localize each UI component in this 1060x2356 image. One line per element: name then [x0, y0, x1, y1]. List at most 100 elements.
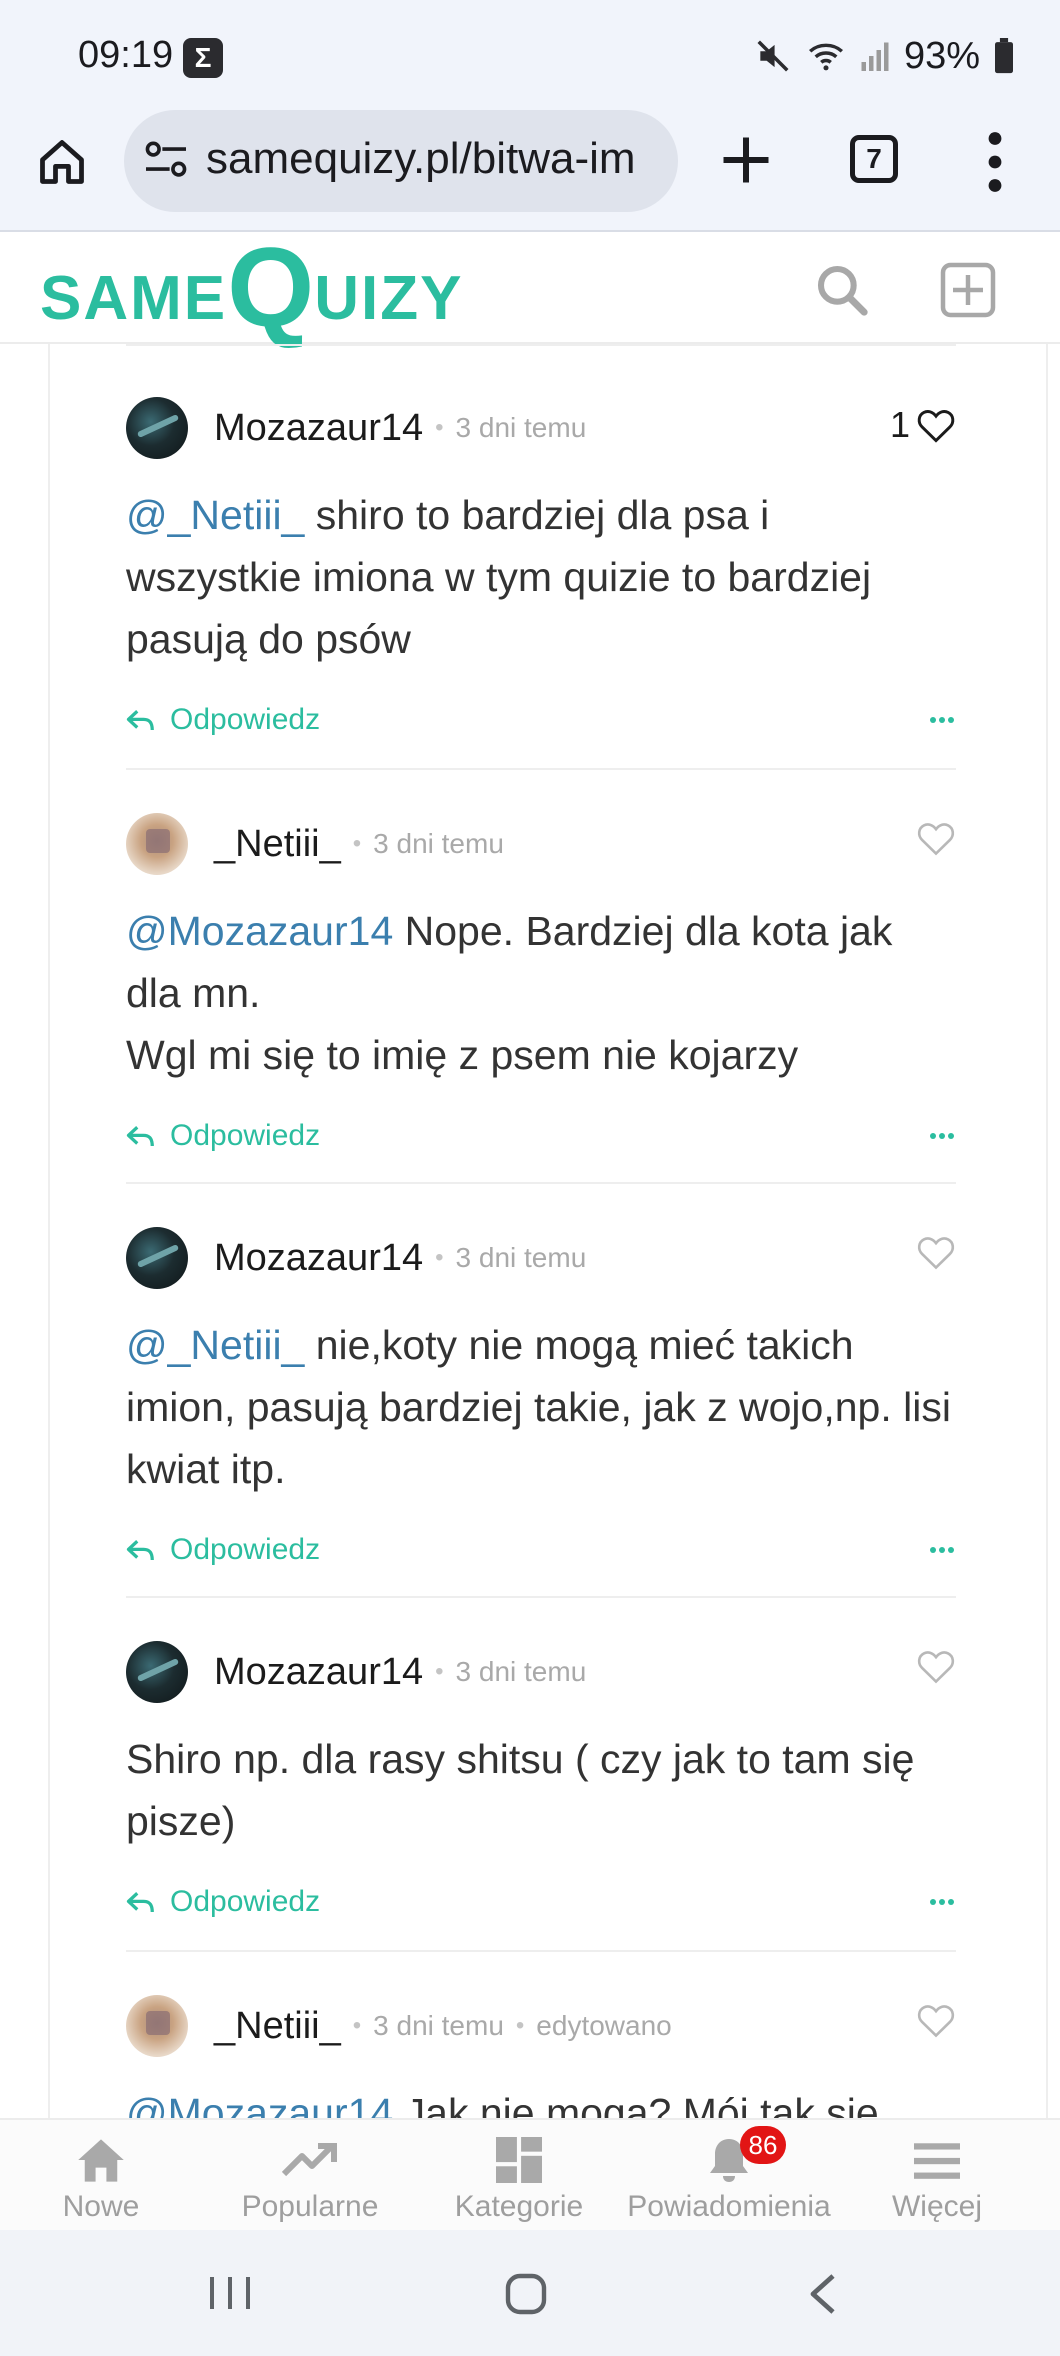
system-navigation-bar — [0, 2230, 1060, 2356]
separator-dot: • — [435, 1658, 444, 1685]
comment-text: Shiro np. dla rasy shitsu ( czy jak to t… — [126, 1736, 915, 1844]
reply-icon[interactable] — [126, 707, 156, 733]
reply-icon[interactable] — [126, 1889, 156, 1915]
url-text[interactable]: samequizy.pl/bitwa-im — [206, 134, 658, 184]
comment-header: Mozazaur14 • 3 dni temu 1 — [126, 396, 956, 460]
avatar[interactable] — [126, 1227, 188, 1289]
comment-header: _Netiii_ • 3 dni temu • edytowano — [126, 1994, 956, 2058]
dashboard-icon — [496, 2137, 542, 2183]
user-mention[interactable]: @_Netiii_ — [126, 1322, 304, 1368]
home-button[interactable] — [30, 130, 94, 194]
mute-icon — [757, 40, 789, 72]
logo-part-same: SAME — [40, 264, 228, 333]
site-header: SAME Q UIZY — [0, 232, 1060, 344]
hamburger-menu-icon — [914, 2143, 960, 2179]
more-options-icon[interactable] — [928, 1536, 956, 1564]
comment: _Netiii_ • 3 dni temu @Mozazaur14 Nope. … — [126, 812, 956, 1166]
edited-label: edytowano — [536, 2010, 672, 2041]
new-tab-button[interactable] — [716, 130, 776, 190]
avatar[interactable] — [126, 397, 188, 459]
comment-actions: Odpowiedz — [126, 1106, 956, 1166]
comment-author[interactable]: Mozazaur14 — [214, 407, 423, 450]
home-circle-icon[interactable] — [504, 2272, 548, 2316]
user-mention[interactable]: @_Netiii_ — [126, 492, 304, 538]
status-time: 09:19 — [78, 34, 174, 76]
battery-icon — [995, 38, 1013, 74]
back-icon[interactable] — [806, 2272, 840, 2316]
comment-time: 3 dni temu — [373, 828, 504, 859]
recent-apps-icon[interactable] — [206, 2272, 254, 2314]
separator-dot: • — [515, 2012, 525, 2039]
nav-label: Popularne — [241, 2190, 379, 2223]
more-options-icon[interactable] — [928, 1122, 956, 1150]
nav-label: Nowe — [62, 2190, 140, 2223]
comment-author[interactable]: Mozazaur14 — [214, 1651, 423, 1694]
reply-button[interactable]: Odpowiedz — [170, 1119, 320, 1153]
comment: Mozazaur14 • 3 dni temu @_Netiii_ nie,ko… — [126, 1226, 956, 1580]
avatar[interactable] — [126, 1995, 188, 2057]
comment-author[interactable]: Mozazaur14 — [214, 1237, 423, 1280]
comment-author[interactable]: _Netiii_ — [214, 2005, 341, 2048]
nav-item-more[interactable]: Więcej — [832, 2132, 1042, 2224]
reply-icon[interactable] — [126, 1537, 156, 1563]
comment-header: Mozazaur14 • 3 dni temu — [126, 1226, 956, 1290]
site-settings-icon[interactable] — [144, 140, 188, 180]
card-border-left — [48, 344, 50, 2118]
comment-text: @Mozazaur14 Jak nie mogą? Mój tak się — [126, 2082, 956, 2118]
more-options-icon[interactable] — [928, 706, 956, 734]
nav-item-notifications[interactable]: 86 Powiadomienia — [624, 2126, 834, 2224]
comment-author[interactable]: _Netiii_ — [214, 823, 341, 866]
reply-button[interactable]: Odpowiedz — [170, 1533, 320, 1567]
page: 09:19 Σ 93% samequizy.pl/bitwa-im 7 SAME… — [0, 0, 1060, 2356]
user-mention[interactable]: @Mozazaur14 — [126, 908, 393, 954]
like-count: 1 — [889, 404, 910, 445]
nav-item-popular[interactable]: Popularne — [205, 2132, 415, 2224]
nav-label: Powiadomienia — [627, 2190, 831, 2223]
comment-header: Mozazaur14 • 3 dni temu — [126, 1640, 956, 1704]
comment-time: 3 dni temu — [373, 2010, 504, 2041]
heart-icon — [917, 1651, 955, 1684]
separator-dot: • — [352, 2012, 362, 2039]
browser-menu-icon[interactable] — [975, 130, 1015, 194]
like-button[interactable]: 1 — [890, 404, 956, 446]
address-bar[interactable]: samequizy.pl/bitwa-im — [124, 110, 678, 212]
nav-item-categories[interactable]: Kategorie — [414, 2132, 624, 2224]
comment-divider — [126, 1596, 956, 1598]
wifi-icon — [808, 43, 843, 71]
reply-button[interactable]: Odpowiedz — [170, 703, 320, 737]
heart-icon — [917, 1237, 955, 1270]
reply-icon[interactable] — [126, 1123, 156, 1149]
comment-divider — [126, 344, 956, 346]
separator-dot: • — [435, 1244, 444, 1271]
comment-text: @Mozazaur14 Nope. Bardziej dla kota jak … — [126, 900, 956, 1086]
search-icon[interactable] — [814, 262, 870, 318]
avatar[interactable] — [126, 1641, 188, 1703]
battery-percent: 93% — [903, 34, 980, 77]
notifications-badge: 86 — [740, 2126, 786, 2164]
heart-icon — [917, 823, 955, 856]
separator-dot: • — [435, 414, 444, 441]
reply-button[interactable]: Odpowiedz — [170, 1885, 320, 1919]
comment-actions: Odpowiedz — [126, 1520, 956, 1580]
more-options-icon[interactable] — [928, 1888, 956, 1916]
comment-text-body: Jak nie mogą? Mój tak się — [393, 2090, 879, 2118]
nav-label: Kategorie — [454, 2190, 584, 2223]
tab-switcher-button[interactable]: 7 — [850, 135, 898, 183]
add-quiz-icon[interactable] — [938, 260, 998, 320]
heart-icon — [917, 410, 955, 443]
like-button[interactable] — [916, 2002, 956, 2038]
comment-actions: Odpowiedz — [126, 690, 956, 750]
comment-header: _Netiii_ • 3 dni temu — [126, 812, 956, 876]
nav-item-new[interactable]: Nowe — [0, 2132, 206, 2224]
comment-divider — [126, 1182, 956, 1184]
logo-part-uizy: UIZY — [314, 264, 464, 333]
comment-text-line: Wgl mi się to imię z psem nie kojarzy — [126, 1032, 799, 1078]
home-icon — [40, 140, 84, 184]
like-button[interactable] — [916, 1234, 956, 1270]
browser-toolbar: samequizy.pl/bitwa-im 7 — [0, 110, 1060, 232]
like-button[interactable] — [916, 1648, 956, 1684]
like-button[interactable] — [916, 820, 956, 856]
avatar[interactable] — [126, 813, 188, 875]
samequizy-logo[interactable]: SAME Q UIZY — [40, 232, 464, 344]
user-mention[interactable]: @Mozazaur14 — [126, 2090, 393, 2118]
